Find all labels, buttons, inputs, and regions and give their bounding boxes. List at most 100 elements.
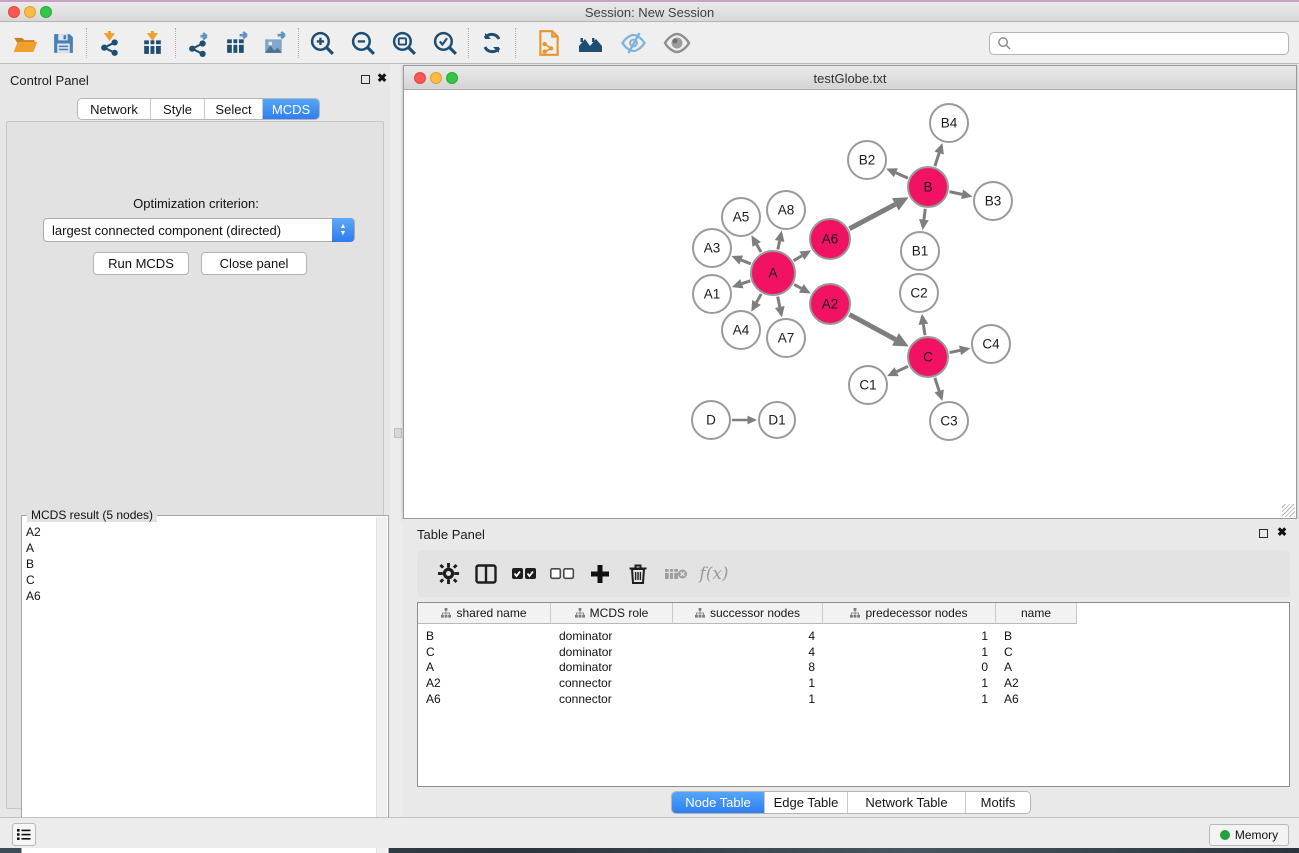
edge-A-A3[interactable] — [741, 260, 751, 264]
column-header-predecessor-nodes[interactable]: predecessor nodes — [823, 603, 996, 624]
edge-B-B4[interactable] — [935, 153, 939, 166]
edge-A-A2[interactable] — [794, 284, 801, 288]
table-row[interactable]: Bdominator41B — [418, 628, 1077, 644]
delete-column-icon[interactable] — [619, 556, 657, 592]
edge-A-A7[interactable] — [778, 297, 780, 307]
float-panel-icon[interactable] — [361, 75, 370, 84]
table-cell: 1 — [823, 628, 996, 644]
resize-grip-icon[interactable] — [1282, 504, 1295, 517]
vertical-split-handle[interactable] — [394, 428, 402, 438]
criterion-dropdown[interactable]: largest connected component (directed) ▲… — [43, 218, 355, 242]
split-panel-icon[interactable] — [467, 556, 505, 592]
close-table-panel-icon[interactable]: ✖ — [1277, 525, 1287, 539]
mcds-result-item[interactable]: A2 — [26, 524, 374, 540]
zoom-selected-icon[interactable] — [428, 27, 462, 59]
export-table-icon[interactable] — [220, 27, 254, 59]
mcds-result-list[interactable]: A2ABCA6 — [26, 524, 374, 853]
show-graphics-details-icon[interactable] — [616, 27, 650, 59]
mcds-result-scrollbar[interactable] — [376, 517, 387, 853]
table-row[interactable]: Adominator80A — [418, 659, 1077, 675]
task-history-button[interactable] — [12, 823, 36, 846]
tab-select[interactable]: Select — [205, 99, 263, 119]
edge-A-A6[interactable] — [794, 256, 802, 261]
deselect-all-icon[interactable] — [543, 556, 581, 592]
bird-eye-icon[interactable] — [660, 27, 694, 59]
column-header-shared-name[interactable]: shared name — [418, 603, 551, 624]
column-type-icon — [575, 608, 585, 618]
mcds-result-item[interactable]: A6 — [26, 588, 374, 604]
mcds-result-item[interactable]: A — [26, 540, 374, 556]
tab-network-table[interactable]: Network Table — [848, 792, 966, 813]
edge-B-B3[interactable] — [950, 192, 963, 195]
column-header-name[interactable]: name — [996, 603, 1077, 624]
network-canvas[interactable]: A5A8A3AA1A4A7A6A2BB2B4B3B1C2CC4C1C3DD1 — [404, 91, 1296, 518]
zoom-fit-icon[interactable] — [387, 27, 421, 59]
refresh-icon[interactable] — [475, 27, 509, 59]
tab-network[interactable]: Network — [78, 99, 151, 119]
close-panel-icon[interactable]: ✖ — [377, 71, 387, 85]
save-session-icon[interactable] — [46, 27, 80, 59]
tab-mcds[interactable]: MCDS — [263, 99, 319, 119]
tab-node-table[interactable]: Node Table — [672, 792, 765, 813]
mcds-result-title: MCDS result (5 nodes) — [27, 508, 157, 522]
memory-button[interactable]: Memory — [1209, 824, 1289, 846]
edge-C-C4[interactable] — [950, 350, 961, 352]
tab-motifs[interactable]: Motifs — [966, 792, 1030, 813]
import-table-icon[interactable] — [135, 27, 169, 59]
node-label-C1: C1 — [859, 378, 876, 393]
edge-A6-B[interactable] — [849, 204, 895, 228]
table-cell: connector — [551, 675, 673, 691]
gear-icon[interactable] — [429, 556, 467, 592]
edge-A-A5[interactable] — [757, 244, 761, 252]
edge-C-C3[interactable] — [935, 378, 939, 391]
table-row[interactable]: Cdominator41C — [418, 644, 1077, 660]
function-builder-icon[interactable]: f(x) — [695, 556, 733, 592]
export-network-icon[interactable] — [182, 27, 216, 59]
table-cell: 4 — [673, 628, 823, 644]
table-row[interactable]: A2connector11A2 — [418, 675, 1077, 691]
dropdown-stepper-icon: ▲▼ — [332, 218, 354, 242]
edge-arrow-icon — [732, 279, 744, 288]
column-header-successor-nodes[interactable]: successor nodes — [673, 603, 823, 624]
tab-style[interactable]: Style — [151, 99, 205, 119]
select-all-icon[interactable] — [505, 556, 543, 592]
edge-A-A1[interactable] — [742, 281, 750, 284]
network-file-icon[interactable] — [532, 27, 566, 59]
network-window-titlebar[interactable]: testGlobe.txt — [404, 66, 1296, 90]
table-cell: B — [418, 628, 551, 644]
node-label-B4: B4 — [941, 116, 958, 131]
node-table[interactable]: shared nameMCDS rolesuccessor nodes prede… — [417, 602, 1290, 787]
edge-C-C1[interactable] — [897, 366, 908, 371]
hide-details-icon[interactable] — [574, 27, 608, 59]
zoom-out-icon[interactable] — [346, 27, 380, 59]
criterion-dropdown-value: largest connected component (directed) — [52, 223, 281, 238]
tab-edge-table[interactable]: Edge Table — [765, 792, 848, 813]
float-table-panel-icon[interactable] — [1259, 529, 1268, 538]
delete-table-icon[interactable] — [657, 556, 695, 592]
edge-B-B2[interactable] — [896, 173, 908, 178]
add-column-icon[interactable] — [581, 556, 619, 592]
search-input[interactable] — [989, 32, 1289, 55]
close-panel-button[interactable]: Close panel — [201, 252, 307, 275]
network-graph[interactable]: A5A8A3AA1A4A7A6A2BB2B4B3B1C2CC4C1C3DD1 — [404, 91, 1296, 518]
edge-A2-C[interactable] — [849, 314, 895, 339]
toolbar-separator — [86, 28, 87, 58]
edge-B-B1[interactable] — [924, 209, 925, 220]
import-network-icon[interactable] — [93, 27, 127, 59]
mcds-result-item[interactable]: C — [26, 572, 374, 588]
mcds-result-item[interactable]: B — [26, 556, 374, 572]
edge-A-A8[interactable] — [778, 241, 780, 250]
column-type-icon — [850, 608, 860, 618]
open-file-icon[interactable] — [8, 27, 42, 59]
table-row[interactable]: A6connector11A6 — [418, 691, 1077, 707]
edge-A-A4[interactable] — [756, 294, 761, 303]
column-header-MCDS-role[interactable]: MCDS role — [551, 603, 673, 624]
zoom-in-icon[interactable] — [305, 27, 339, 59]
table-cell: A2 — [418, 675, 551, 691]
run-mcds-button[interactable]: Run MCDS — [93, 252, 189, 275]
export-image-icon[interactable] — [258, 27, 292, 59]
column-header-label: predecessor nodes — [865, 606, 967, 620]
edge-C-C2[interactable] — [923, 324, 925, 335]
node-label-A5: A5 — [733, 210, 750, 225]
node-label-D: D — [706, 413, 716, 428]
